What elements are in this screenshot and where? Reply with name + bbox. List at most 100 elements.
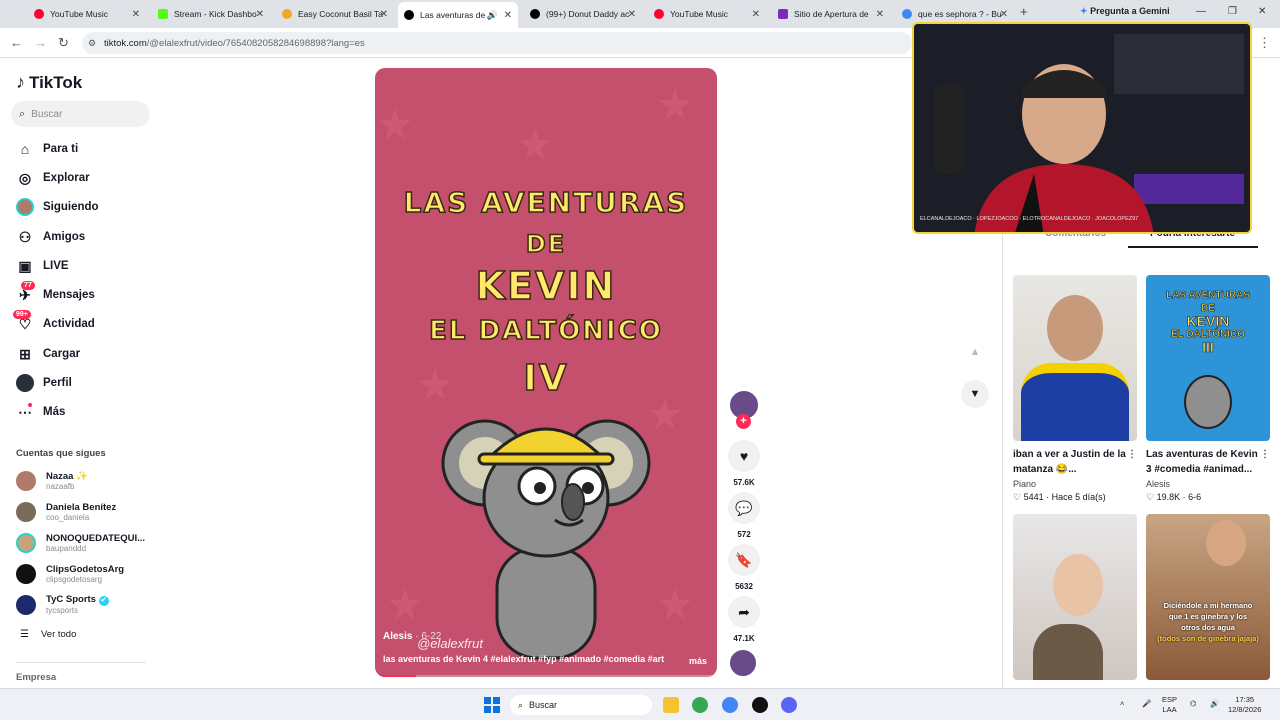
minimize-icon[interactable]: — bbox=[1196, 6, 1206, 17]
maximize-icon[interactable]: ❐ bbox=[1228, 6, 1237, 17]
video-thumbnail[interactable] bbox=[1013, 275, 1137, 441]
heart-icon[interactable]: ♥ bbox=[728, 440, 760, 472]
video-thumbnail[interactable]: Diciéndole a mi hermano que 1 es ginebra… bbox=[1146, 514, 1270, 680]
close-window-icon[interactable]: ✕ bbox=[1258, 6, 1266, 17]
close-icon[interactable]: ✕ bbox=[504, 10, 512, 21]
chrome-profile-icon[interactable] bbox=[722, 697, 738, 713]
recipe-site-icon bbox=[282, 9, 292, 19]
following-account[interactable]: Nazaa ✨ nazaafb bbox=[16, 468, 146, 494]
video-progress-fill bbox=[375, 675, 417, 677]
tiktok-app-icon[interactable] bbox=[752, 697, 768, 713]
close-icon[interactable]: ✕ bbox=[1000, 9, 1008, 20]
koala-thumbnail bbox=[1184, 375, 1232, 429]
nav-perfil[interactable]: Perfil bbox=[16, 371, 156, 395]
tab-tiktok-active[interactable]: Las aventuras de 🔊 ✕ bbox=[398, 2, 518, 28]
microphone-icon[interactable]: 🎤 bbox=[1142, 699, 1151, 709]
video-player[interactable]: LAS AVENTURAS DE KEVIN EL DALTÓNICO IV @… bbox=[375, 68, 717, 677]
close-icon[interactable]: ✕ bbox=[628, 9, 636, 20]
google-icon bbox=[902, 9, 912, 19]
recommended-card[interactable]: Diciéndole a mi hermano que 1 es ginebra… bbox=[1146, 514, 1270, 680]
chrome-icon[interactable] bbox=[692, 697, 708, 713]
tab-coconut-basil[interactable]: Easy Coconut Basil Ta ✕ bbox=[276, 3, 394, 25]
new-tab-button[interactable]: + bbox=[1020, 4, 1028, 19]
clock[interactable]: 17:35 12/8/2026 bbox=[1228, 695, 1261, 715]
following-account[interactable]: Daniela Benítez coo_daniela bbox=[16, 499, 146, 525]
share-icon[interactable]: ➦ bbox=[728, 596, 760, 628]
file-explorer-icon[interactable] bbox=[663, 697, 679, 713]
nav-amigos[interactable]: ⚇ Amigos bbox=[16, 225, 156, 249]
nav-explorar[interactable]: ◎ Explorar bbox=[16, 166, 156, 190]
share-action[interactable]: ➦ 47.1K bbox=[728, 596, 760, 643]
chevron-up-icon[interactable]: ˄ bbox=[1120, 699, 1124, 709]
comment-icon[interactable]: 💬 bbox=[728, 492, 760, 524]
close-icon[interactable]: ✕ bbox=[132, 9, 140, 20]
reload-icon[interactable]: ↻ bbox=[58, 35, 69, 51]
search-input[interactable]: ⌕ Buscar bbox=[11, 101, 150, 127]
company-link[interactable]: Empresa bbox=[16, 672, 56, 683]
back-arrow-icon[interactable]: ← bbox=[10, 35, 23, 50]
music-disc-icon[interactable] bbox=[728, 648, 758, 678]
volume-icon[interactable]: 🔊 bbox=[1210, 699, 1219, 709]
gemini-button[interactable]: ✦ Pregunta a Gemini bbox=[1080, 6, 1170, 17]
recommended-card[interactable]: iban a ver a Justin de la matanza 😂... ⋮ … bbox=[1013, 275, 1137, 503]
previous-video-button[interactable]: ▲ bbox=[961, 338, 989, 366]
tab-donut-daddy[interactable]: (99+) Donut Daddy ac ✕ bbox=[524, 3, 642, 25]
tiktok-icon bbox=[404, 10, 414, 20]
site-info-icon[interactable]: ⚙ bbox=[88, 38, 96, 49]
video-progress-bar[interactable] bbox=[375, 675, 717, 677]
following-account[interactable]: ClipsGodetosArg clipsgodetosarg bbox=[16, 561, 146, 587]
following-section-title: Cuentas que sigues bbox=[16, 448, 106, 459]
tab-youtube-music-2[interactable]: YouTube Music ✕ bbox=[648, 3, 766, 25]
more-button[interactable]: más bbox=[689, 656, 707, 666]
search-icon: ⌕ bbox=[19, 107, 26, 120]
upload-icon: ⊞ bbox=[19, 345, 31, 362]
nav-siguiendo[interactable]: Siguiendo bbox=[16, 195, 156, 219]
following-avatar-icon bbox=[16, 198, 34, 216]
following-account[interactable]: NONOQUEDATEQUI... baupanddd bbox=[16, 530, 146, 556]
video-thumbnail[interactable]: LAS AVENTURAS DE KEVIN EL DALTÓNICO III bbox=[1146, 275, 1270, 441]
follow-plus-button[interactable]: + bbox=[736, 414, 751, 429]
nav-live[interactable]: ▣ LIVE bbox=[16, 254, 156, 278]
koala-illustration bbox=[441, 419, 651, 660]
see-all-link[interactable]: ☰ Ver todo bbox=[20, 629, 76, 640]
discord-icon[interactable] bbox=[781, 697, 797, 713]
tab-kick-dashboard[interactable]: Stream - Kick Dashbo ✕ bbox=[152, 3, 270, 25]
close-icon[interactable]: ✕ bbox=[256, 9, 264, 20]
more-options-icon[interactable]: ⋮ bbox=[1260, 447, 1270, 462]
tiktok-logo[interactable]: ♪ TikTok bbox=[16, 72, 82, 93]
like-action[interactable]: ♥ 57.6K bbox=[728, 440, 760, 487]
tab-youtube-music[interactable]: YouTube Music ✕ bbox=[28, 3, 146, 25]
close-icon[interactable]: ✕ bbox=[876, 9, 884, 20]
nav-mas[interactable]: ⋯ Más bbox=[16, 400, 156, 424]
nav-actividad[interactable]: ♡ 99+ Actividad bbox=[13, 310, 156, 336]
comment-action[interactable]: 💬 572 bbox=[728, 492, 760, 539]
bookmark-icon[interactable]: 🔖 bbox=[728, 544, 760, 576]
video-thumbnail[interactable] bbox=[1013, 514, 1137, 680]
kick-icon bbox=[158, 9, 168, 19]
nav-cargar[interactable]: ⊞ Cargar bbox=[16, 342, 156, 366]
chevron-down-icon: ▼ bbox=[969, 388, 981, 400]
video-title-line: LAS AVENTURAS bbox=[403, 185, 689, 220]
next-video-button[interactable]: ▼ bbox=[961, 380, 989, 408]
more-options-icon[interactable]: ⋮ bbox=[1127, 447, 1137, 462]
nav-mensajes[interactable]: ✈ 77 Mensajes bbox=[16, 281, 156, 307]
recommended-card[interactable]: LAS AVENTURAS DE KEVIN EL DALTÓNICO III … bbox=[1146, 275, 1270, 503]
forward-arrow-icon[interactable]: → bbox=[34, 35, 47, 50]
speaker-icon[interactable]: 🔊 bbox=[487, 10, 498, 21]
video-author[interactable]: Alesis · 6-22 bbox=[383, 631, 441, 642]
recommended-card[interactable] bbox=[1013, 514, 1137, 680]
network-icon[interactable]: ⌬ bbox=[1190, 699, 1197, 709]
close-icon[interactable]: ✕ bbox=[380, 9, 388, 20]
save-action[interactable]: 🔖 5632 bbox=[728, 544, 760, 591]
language-indicator[interactable]: ESP LAA bbox=[1162, 695, 1177, 715]
picture-in-picture-window[interactable]: ELCANALDEJOACO · LOPEZJOACOO · ELOTROCAN… bbox=[912, 22, 1252, 234]
windows-start-icon[interactable] bbox=[484, 697, 500, 713]
nav-para-ti[interactable]: ⌂ Para ti bbox=[16, 137, 156, 161]
close-icon[interactable]: ✕ bbox=[752, 9, 760, 20]
taskbar-search[interactable]: ⌕ Buscar bbox=[510, 695, 652, 715]
tab-sitio-apertura[interactable]: Sitio de Apertura de ✕ bbox=[772, 3, 890, 25]
menu-dots-icon[interactable]: ⋮ bbox=[1258, 35, 1271, 51]
following-account[interactable]: TyC Sports ✔ tycsports bbox=[16, 592, 146, 618]
url-input[interactable]: tiktok.com/@elalexfrut/video/76540820582… bbox=[82, 32, 912, 54]
activity-badge: 99+ bbox=[13, 310, 31, 319]
